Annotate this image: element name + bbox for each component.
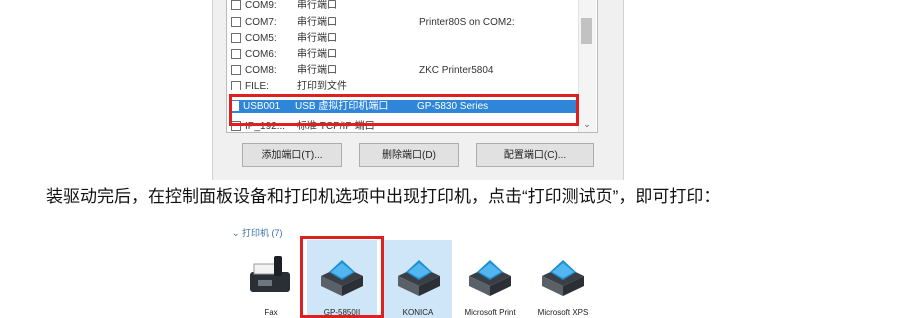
printers-group-title[interactable]: ⌄ 打印机 (7) — [232, 226, 283, 239]
printer-tile-fax[interactable]: Fax — [236, 240, 306, 318]
port-description: 串行端口 — [297, 33, 337, 44]
port-name: FILE: — [245, 81, 269, 90]
port-checkbox[interactable] — [231, 17, 241, 27]
printer-tile-konica[interactable]: KONICA — [384, 240, 452, 318]
port-description: 打印到文件 — [297, 81, 347, 90]
port-row[interactable]: COM8: 串行端口 ZKC Printer5804 — [231, 64, 577, 77]
port-row[interactable]: FILE: 打印到文件 — [231, 80, 577, 90]
port-name: COM7: — [245, 17, 277, 28]
printer-label: Microsoft Print — [464, 308, 516, 317]
port-checkbox[interactable] — [231, 81, 241, 90]
port-row[interactable]: COM6: 串行端口 — [231, 48, 577, 61]
scrollbar-thumb[interactable] — [581, 18, 592, 44]
highlight-box-printer — [300, 236, 384, 318]
instruction-text: 装驱动完后，在控制面板设备和打印机选项中出现打印机，点击“打印测试页”，即可打印… — [46, 187, 721, 206]
printer-icon — [542, 260, 584, 296]
add-port-button[interactable]: 添加端口(T)... — [242, 143, 342, 167]
port-description: 串行端口 — [297, 49, 337, 60]
configure-port-button[interactable]: 配置端口(C)... — [476, 143, 594, 167]
highlight-box-usb-port — [229, 94, 579, 126]
printer-label: KONICA — [402, 308, 434, 317]
fax-icon — [250, 256, 290, 292]
port-description: 串行端口 — [297, 17, 337, 28]
port-checkbox[interactable] — [231, 49, 241, 59]
port-row[interactable]: COM7: 串行端口 Printer80S on COM2: — [231, 16, 577, 29]
port-row[interactable]: COM9: 串行端口 — [231, 0, 577, 12]
port-name: COM5: — [245, 33, 277, 44]
printer-icon — [469, 260, 511, 296]
port-name: COM6: — [245, 49, 277, 60]
port-description: 串行端口 — [297, 0, 337, 11]
printer-tile-microsoft-xps[interactable]: Microsoft XPS — [528, 240, 598, 318]
port-checkbox[interactable] — [231, 0, 241, 10]
scroll-down-icon[interactable]: ⌄ — [580, 118, 594, 130]
printer-label: Microsoft XPS — [537, 308, 589, 317]
port-name: COM9: — [245, 0, 277, 11]
port-printer: ZKC Printer5804 — [419, 65, 494, 76]
port-description: 串行端口 — [297, 65, 337, 76]
port-checkbox[interactable] — [231, 33, 241, 43]
port-printer: Printer80S on COM2: — [419, 17, 515, 28]
delete-port-button[interactable]: 删除端口(D) — [359, 143, 459, 167]
printer-label: Fax — [264, 308, 278, 317]
port-checkbox[interactable] — [231, 65, 241, 75]
printer-tile-microsoft-print[interactable]: Microsoft Print — [455, 240, 525, 318]
printer-icon — [398, 260, 440, 296]
port-row[interactable]: COM5: 串行端口 — [231, 32, 577, 45]
port-name: COM8: — [245, 65, 277, 76]
